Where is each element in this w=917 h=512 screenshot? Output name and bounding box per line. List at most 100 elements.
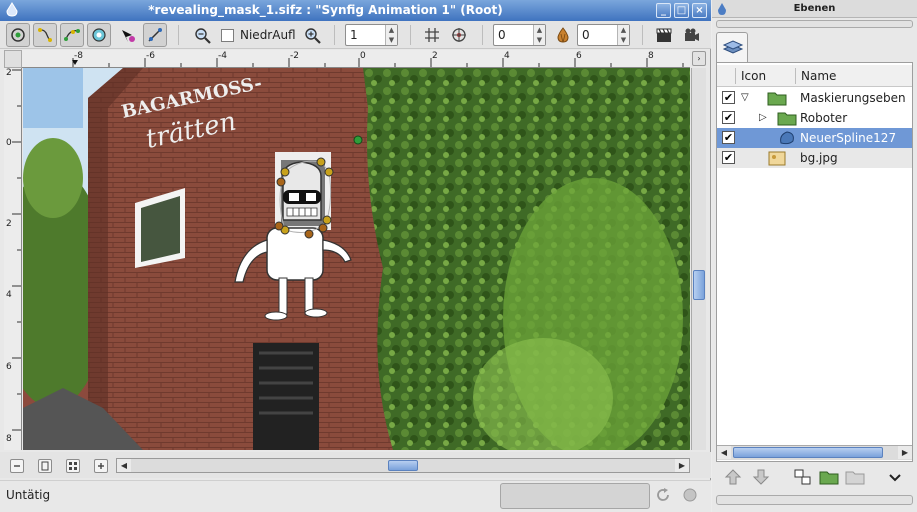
- layer-row[interactable]: ✔ ▷ Roboter: [717, 108, 912, 128]
- canvas-horizontal-scrollbar[interactable]: ◀ ▶: [116, 458, 690, 473]
- status-bar: Untätig: [0, 480, 711, 512]
- layer-row-selected[interactable]: ✔ NeuerSpline127: [717, 128, 912, 148]
- duplicate-layer-icon[interactable]: [792, 467, 814, 487]
- toolbar-separator: [482, 25, 483, 45]
- plus-icon: [98, 463, 104, 469]
- horizontal-scroll-thumb[interactable]: [388, 460, 418, 471]
- horizontal-ruler[interactable]: -8 -6 -4 -2 0 2 4 6 8: [22, 50, 690, 68]
- zoom-out-icon: [305, 28, 321, 44]
- maximize-button[interactable]: □: [674, 3, 689, 18]
- spin-arrows-icon[interactable]: ▲ ▼: [617, 25, 629, 45]
- expander-open-icon[interactable]: ▽: [741, 92, 749, 104]
- zoom-out-button[interactable]: [300, 23, 324, 47]
- smooth-move-tool-icon: [92, 28, 106, 42]
- layer-name: Maskierungseben: [800, 91, 906, 105]
- vertical-ruler[interactable]: 2 0 2 4 6 8: [4, 68, 22, 450]
- folder-icon: [777, 112, 797, 126]
- title-bar: *revealing_mask_1.sifz : "Synfig Animati…: [0, 0, 711, 21]
- layer-visibility-checkbox[interactable]: ✔: [722, 91, 735, 104]
- draw-tool-icon: [122, 30, 135, 42]
- bline-tool-icon: [64, 29, 80, 41]
- toolbar-separator: [410, 25, 411, 45]
- lower-layer-icon[interactable]: [750, 467, 772, 487]
- column-icon-header[interactable]: Icon: [741, 69, 766, 83]
- scroll-left-icon[interactable]: ◀: [117, 459, 131, 472]
- snap-grid-icon: [452, 28, 466, 42]
- panel-bottom-scrollbar[interactable]: [716, 495, 913, 505]
- layer-visibility-checkbox[interactable]: ✔: [722, 111, 735, 124]
- canvas-vertical-scrollbar[interactable]: [691, 68, 706, 450]
- spin-arrows-icon[interactable]: ▲ ▼: [533, 25, 545, 45]
- toolbar-separator: [642, 25, 643, 45]
- ruler-ticks: [12, 69, 21, 431]
- vertical-scroll-thumb[interactable]: [693, 270, 705, 300]
- synfig-logo-icon: [718, 3, 726, 15]
- layer-name: bg.jpg: [800, 151, 838, 165]
- page-button[interactable]: [38, 459, 52, 473]
- past-keyframes-spinbox[interactable]: 0 ▲ ▼: [493, 24, 546, 46]
- window-title: *revealing_mask_1.sifz : "Synfig Animati…: [148, 3, 503, 17]
- onion-toggle-button[interactable]: [551, 23, 575, 47]
- bline-tool-button[interactable]: [60, 23, 84, 47]
- ruler-scroll-right-button[interactable]: ›: [692, 51, 706, 66]
- ruler-corner: [4, 50, 22, 68]
- ungroup-layer-icon[interactable]: [844, 467, 866, 487]
- circle-tool-button[interactable]: [6, 23, 30, 47]
- tab-layers[interactable]: [716, 32, 748, 62]
- future-keyframes-spinbox[interactable]: 0 ▲ ▼: [577, 24, 630, 46]
- raise-layer-icon[interactable]: [722, 467, 744, 487]
- add-button[interactable]: [94, 459, 108, 473]
- spin-arrows-icon[interactable]: ▲ ▼: [385, 25, 397, 45]
- canvas-window: *revealing_mask_1.sifz : "Synfig Animati…: [0, 0, 711, 512]
- snap-grid-button[interactable]: [447, 23, 471, 47]
- show-grid-button[interactable]: [420, 23, 444, 47]
- layer-visibility-checkbox[interactable]: ✔: [722, 151, 735, 164]
- layer-row[interactable]: ✔ bg.jpg: [717, 148, 912, 168]
- layer-name: NeuerSpline127: [800, 131, 897, 145]
- zoom-in-icon: [195, 28, 211, 44]
- layer-visibility-checkbox[interactable]: ✔: [722, 131, 735, 144]
- ruler-ticks: [72, 58, 684, 67]
- transform-tool-icon: [38, 28, 52, 42]
- layers-horizontal-scrollbar[interactable]: ◀ ▶: [717, 445, 912, 460]
- toggle-panel-button[interactable]: [10, 459, 24, 473]
- group-layer-icon[interactable]: [818, 467, 840, 487]
- chevron-down-icon[interactable]: [884, 467, 906, 487]
- transform-tool-button[interactable]: [33, 23, 57, 47]
- work-area-canvas[interactable]: BAGARMOSS- trätten: [23, 68, 690, 450]
- panel-top-scrollbar[interactable]: [716, 20, 913, 28]
- expander-closed-icon[interactable]: ▷: [759, 112, 767, 124]
- scroll-left-icon[interactable]: ◀: [717, 446, 731, 459]
- smooth-move-tool-button[interactable]: [87, 23, 111, 47]
- column-name-header[interactable]: Name: [801, 69, 836, 83]
- layers-list: Icon Name ✔ ▽ Maskierungseben ✔ ▷ Robote…: [716, 62, 913, 462]
- preview-button[interactable]: [680, 23, 704, 47]
- onion-skin-label: NiedrAufl: [240, 28, 296, 42]
- toolbar-separator: [334, 25, 335, 45]
- fit-button[interactable]: [66, 459, 80, 473]
- resolution-spinbox[interactable]: 1 ▲ ▼: [345, 24, 398, 46]
- image-icon: [768, 151, 786, 166]
- layers-icon: [722, 40, 744, 54]
- sketch-tool-button[interactable]: [143, 23, 167, 47]
- panel-title-text: Ebenen: [793, 3, 836, 14]
- close-button[interactable]: ×: [692, 3, 707, 18]
- future-keyframes-value: 0: [582, 28, 590, 42]
- minimize-button[interactable]: _: [656, 3, 671, 18]
- layer-row[interactable]: ✔ ▽ Maskierungseben: [717, 88, 912, 108]
- layers-footer-toolbar: [716, 464, 913, 490]
- onion-skin-checkbox[interactable]: [221, 29, 234, 42]
- scroll-right-icon[interactable]: ▶: [675, 459, 689, 472]
- render-button[interactable]: [652, 23, 676, 47]
- draw-tool-button[interactable]: [116, 23, 140, 47]
- canvas-toolbar: NiedrAufl 1 ▲ ▼ 0 ▲ ▼ 0 ▲ ▼: [0, 21, 711, 49]
- circle-tool-icon: [11, 28, 25, 42]
- refresh-icon[interactable]: [655, 487, 671, 503]
- scroll-right-icon[interactable]: ▶: [898, 446, 912, 459]
- clapperboard-icon: [656, 28, 672, 42]
- layers-scroll-thumb[interactable]: [733, 447, 883, 458]
- spline-icon: [780, 131, 794, 145]
- onion-icon: [557, 27, 569, 43]
- zoom-in-button[interactable]: [190, 23, 214, 47]
- stop-icon[interactable]: [682, 487, 698, 503]
